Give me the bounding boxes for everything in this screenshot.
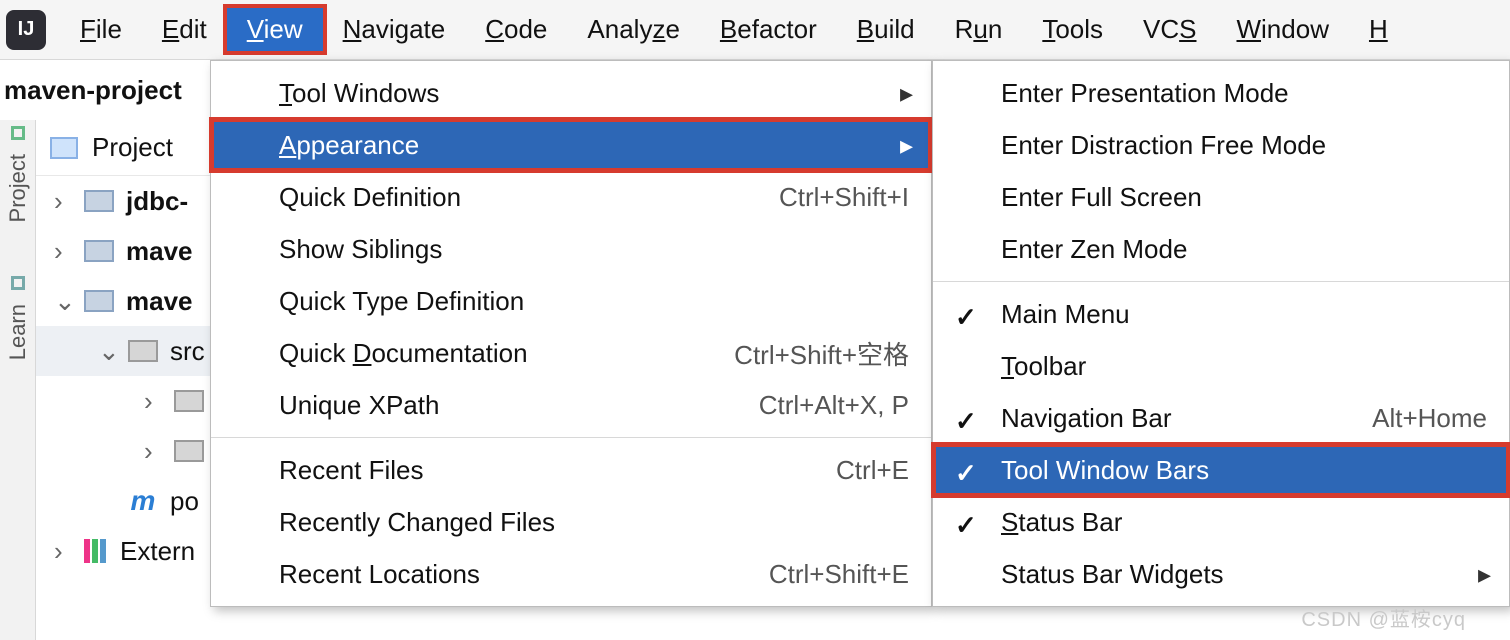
- folder-icon: [84, 240, 114, 262]
- menu-separator: [933, 281, 1509, 282]
- menu-item-recent-files[interactable]: Recent FilesCtrl+E: [211, 444, 931, 496]
- project-panel-icon: [50, 137, 78, 159]
- chevron-right-icon[interactable]: ›: [144, 386, 162, 417]
- folder-icon: [174, 390, 204, 412]
- menu-item-quick-definition[interactable]: Quick DefinitionCtrl+Shift+I: [211, 171, 931, 223]
- chevron-right-icon[interactable]: ›: [54, 236, 72, 267]
- folder-icon: [174, 440, 204, 462]
- app-icon: IJ: [6, 10, 46, 50]
- check-icon: ✓: [955, 458, 977, 489]
- menu-help[interactable]: H: [1349, 8, 1408, 51]
- tool-stripe: Project Learn: [0, 120, 36, 640]
- menu-code[interactable]: Code: [465, 8, 567, 51]
- watermark: CSDN @蓝桉cyq: [1301, 603, 1466, 632]
- check-icon: ✓: [955, 510, 977, 541]
- menu-item-full-screen[interactable]: Enter Full Screen: [933, 171, 1509, 223]
- project-tool-button-icon[interactable]: [11, 126, 25, 140]
- menu-item-recently-changed-files[interactable]: Recently Changed Files: [211, 496, 931, 548]
- learn-tool-label[interactable]: Learn: [5, 304, 31, 360]
- appearance-submenu-popup: Enter Presentation Mode Enter Distractio…: [932, 60, 1510, 607]
- menu-item-presentation-mode[interactable]: Enter Presentation Mode: [933, 67, 1509, 119]
- breadcrumb-root[interactable]: maven-project: [4, 75, 182, 106]
- project-tool-label[interactable]: Project: [5, 154, 31, 222]
- folder-icon: [128, 340, 158, 362]
- submenu-arrow-icon: ▸: [900, 78, 913, 109]
- menu-item-recent-locations[interactable]: Recent LocationsCtrl+Shift+E: [211, 548, 931, 600]
- check-icon: ✓: [955, 302, 977, 333]
- menu-item-unique-xpath[interactable]: Unique XPathCtrl+Alt+X, P: [211, 379, 931, 431]
- menu-view[interactable]: View: [227, 8, 323, 51]
- check-icon: ✓: [955, 406, 977, 437]
- menu-item-quick-documentation[interactable]: Quick DocumentationCtrl+Shift+空格: [211, 327, 931, 379]
- menu-item-tool-windows[interactable]: Tool Windows▸: [211, 67, 931, 119]
- menu-edit[interactable]: Edit: [142, 8, 227, 51]
- chevron-right-icon[interactable]: ›: [54, 186, 72, 217]
- menu-file[interactable]: File: [60, 8, 142, 51]
- menu-item-toolbar[interactable]: Toolbar: [933, 340, 1509, 392]
- folder-icon: [84, 290, 114, 312]
- chevron-right-icon[interactable]: ›: [144, 436, 162, 467]
- learn-tool-button-icon[interactable]: [11, 276, 25, 290]
- menu-tools[interactable]: Tools: [1022, 8, 1123, 51]
- chevron-down-icon[interactable]: ⌄: [54, 286, 72, 317]
- menu-vcs[interactable]: VCS: [1123, 8, 1216, 51]
- menu-item-distraction-free[interactable]: Enter Distraction Free Mode: [933, 119, 1509, 171]
- maven-file-icon: m: [128, 485, 158, 517]
- external-libraries-icon: [84, 539, 108, 563]
- chevron-right-icon[interactable]: ›: [54, 536, 72, 567]
- view-menu-popup: Tool Windows▸ Appearance▸ Quick Definiti…: [210, 60, 932, 607]
- submenu-arrow-icon: ▸: [1478, 559, 1491, 590]
- menu-item-status-bar-widgets[interactable]: Status Bar Widgets▸: [933, 548, 1509, 600]
- menu-window[interactable]: Window: [1216, 8, 1348, 51]
- project-tree-title: Project: [92, 132, 173, 163]
- menu-analyze[interactable]: Analyze: [567, 8, 700, 51]
- menu-item-quick-type-definition[interactable]: Quick Type Definition: [211, 275, 931, 327]
- menu-item-show-siblings[interactable]: Show Siblings: [211, 223, 931, 275]
- menu-item-zen-mode[interactable]: Enter Zen Mode: [933, 223, 1509, 275]
- menu-item-tool-window-bars[interactable]: ✓Tool Window Bars: [933, 444, 1509, 496]
- folder-icon: [84, 190, 114, 212]
- menu-separator: [211, 437, 931, 438]
- menu-build[interactable]: Build: [837, 8, 935, 51]
- menu-run[interactable]: Run: [935, 8, 1023, 51]
- menu-item-navigation-bar[interactable]: ✓Navigation BarAlt+Home: [933, 392, 1509, 444]
- menu-item-appearance[interactable]: Appearance▸: [211, 119, 931, 171]
- menu-item-main-menu[interactable]: ✓Main Menu: [933, 288, 1509, 340]
- menu-navigate[interactable]: Navigate: [323, 8, 466, 51]
- menu-refactor[interactable]: Befactor: [700, 8, 837, 51]
- menu-item-status-bar[interactable]: ✓Status Bar: [933, 496, 1509, 548]
- chevron-down-icon[interactable]: ⌄: [98, 336, 116, 367]
- submenu-arrow-icon: ▸: [900, 130, 913, 161]
- menu-bar: IJ File Edit View Navigate Code Analyze …: [0, 0, 1510, 60]
